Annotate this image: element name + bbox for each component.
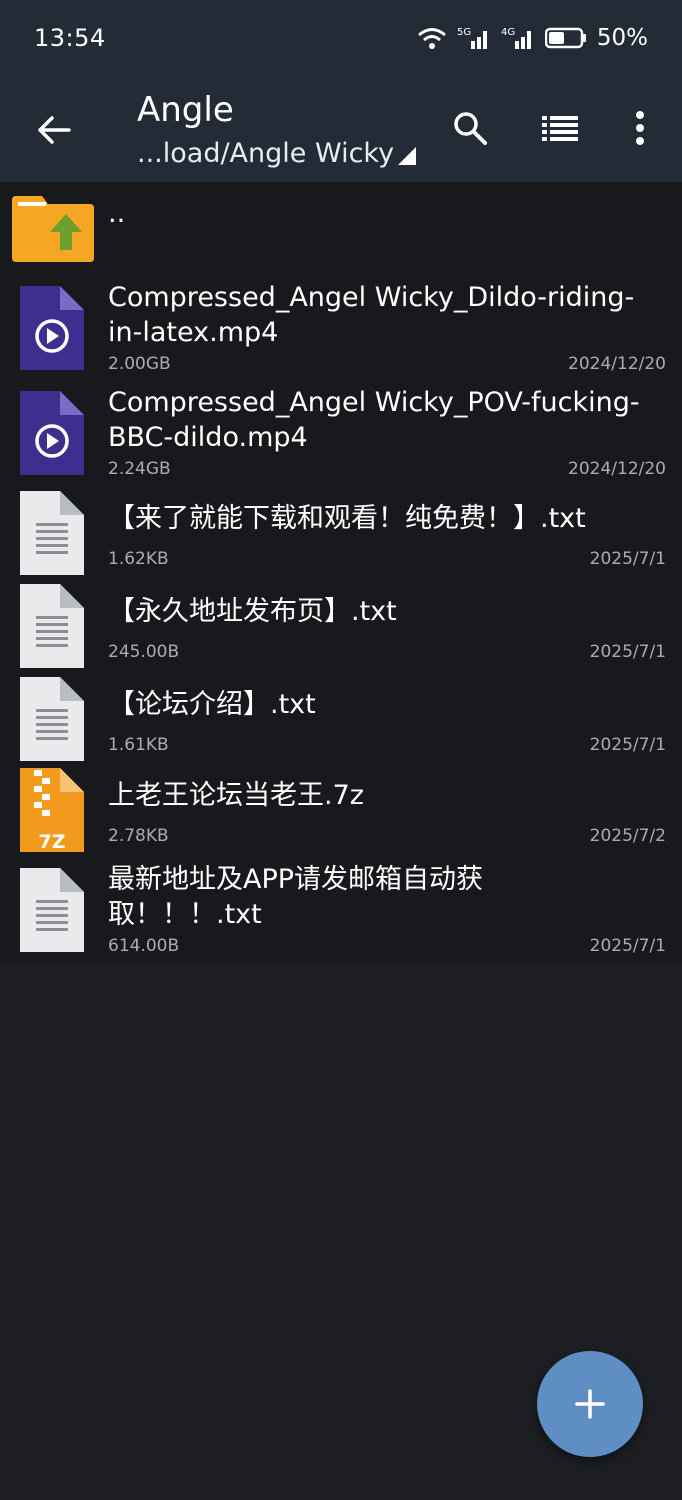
file-date: 2025/7/1 [589, 735, 666, 755]
file-date: 2025/7/1 [589, 549, 666, 569]
dropdown-triangle-icon [398, 147, 417, 165]
file-row[interactable]: 【来了就能下载和观看！纯免费！】.txt 1.62KB 2025/7/1 [0, 489, 682, 579]
file-name: Compressed_Angel Wicky_POV-fucking-BBC-d… [108, 387, 640, 453]
archive-badge-label: 7Z [39, 831, 66, 852]
back-button[interactable] [30, 106, 78, 154]
wifi-icon [417, 28, 446, 49]
folder-up-icon [12, 196, 94, 262]
text-file-icon [20, 584, 84, 668]
file-size: 2.24GB [108, 459, 171, 479]
file-row[interactable]: 【论坛介绍】.txt 1.61KB 2025/7/1 [0, 675, 682, 765]
parent-directory-label: .. [108, 198, 126, 229]
status-time: 13:54 [34, 24, 106, 52]
parent-directory-row[interactable]: .. [0, 182, 682, 272]
file-size: 2.78KB [108, 826, 169, 846]
app-bar: Angle ...load/Angle Wicky [0, 76, 682, 182]
file-name: 【论坛介绍】.txt [108, 689, 316, 720]
file-date: 2025/7/1 [589, 936, 666, 956]
file-name: 最新地址及APP请发邮箱自动获取！！！.txt [108, 864, 484, 930]
status-bar: 13:54 5G 4G 50% [0, 0, 682, 76]
file-name: Compressed_Angel Wicky_Dildo-riding-in-l… [108, 282, 635, 348]
file-date: 2024/12/20 [568, 354, 666, 374]
text-file-icon [20, 491, 84, 575]
signal-4g-icon: 4G [501, 27, 531, 49]
file-date: 2024/12/20 [568, 459, 666, 479]
file-size: 1.62KB [108, 549, 169, 569]
file-name: 上老王论坛当老王.7z [108, 780, 364, 811]
folder-title: Angle [137, 90, 234, 130]
more-options-button[interactable] [616, 104, 664, 152]
file-size: 2.00GB [108, 354, 171, 374]
list-view-icon [542, 116, 578, 141]
file-size: 245.00B [108, 642, 180, 662]
list-view-button[interactable] [536, 104, 584, 152]
path-label: ...load/Angle Wicky [137, 138, 395, 169]
video-file-icon [20, 391, 84, 475]
search-button[interactable] [446, 104, 494, 152]
path-dropdown[interactable]: ...load/Angle Wicky [137, 138, 417, 169]
status-icons: 5G 4G 50% [417, 25, 648, 51]
file-date: 2025/7/1 [589, 642, 666, 662]
file-date: 2025/7/2 [589, 826, 666, 846]
file-row[interactable]: 【永久地址发布页】.txt 245.00B 2025/7/1 [0, 582, 682, 672]
back-arrow-icon [38, 116, 71, 144]
text-file-icon [20, 677, 84, 761]
archive-file-icon: 7Z [20, 768, 84, 852]
file-name: 【永久地址发布页】.txt [108, 596, 397, 627]
file-row[interactable]: 7Z 上老王论坛当老王.7z 2.78KB 2025/7/2 [0, 768, 682, 858]
file-name: 【来了就能下载和观看！纯免费！】.txt [108, 503, 586, 534]
more-vert-icon [636, 111, 644, 145]
video-file-icon [20, 286, 84, 370]
signal-5g-icon: 5G [457, 27, 487, 49]
file-row[interactable]: Compressed_Angel Wicky_POV-fucking-BBC-d… [0, 385, 682, 485]
signal-4g-label: 4G [501, 27, 515, 38]
file-list: .. Compressed_Angel Wicky_Dildo-riding-i… [0, 182, 682, 962]
file-size: 614.00B [108, 936, 180, 956]
file-row[interactable]: Compressed_Angel Wicky_Dildo-riding-in-l… [0, 280, 682, 380]
plus-icon [575, 1389, 605, 1419]
file-size: 1.61KB [108, 735, 169, 755]
signal-5g-label: 5G [457, 27, 471, 38]
text-file-icon [20, 868, 84, 952]
battery-icon [544, 27, 586, 49]
battery-percent: 50% [596, 25, 648, 51]
file-row[interactable]: 最新地址及APP请发邮箱自动获取！！！.txt 614.00B 2025/7/1 [0, 860, 682, 960]
add-fab-button[interactable] [537, 1351, 643, 1457]
search-icon [454, 112, 487, 145]
